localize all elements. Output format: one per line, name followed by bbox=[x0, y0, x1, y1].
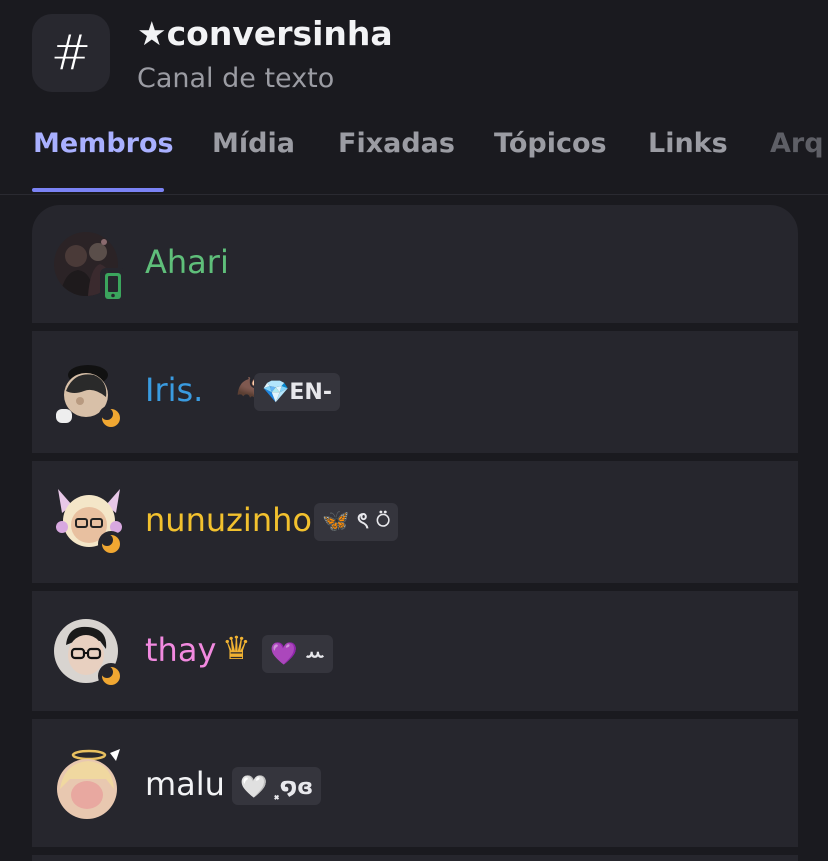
avatar[interactable] bbox=[54, 232, 126, 304]
member-list: Ahari Iris. 🦇 💎EN- bbox=[32, 205, 798, 861]
member-row[interactable]: thay ♛ 💜 ꕀ bbox=[32, 591, 798, 711]
member-name: Ahari bbox=[145, 243, 229, 281]
avatar[interactable] bbox=[54, 619, 124, 689]
avatar[interactable] bbox=[54, 361, 124, 431]
member-row[interactable]: malu 🤍 ⸼໑ɞ bbox=[32, 719, 798, 847]
avatar-image bbox=[54, 749, 120, 819]
active-tab-indicator bbox=[32, 188, 164, 192]
member-row[interactable]: Iris. 🦇 💎EN- bbox=[32, 331, 798, 453]
tab-bar: Membros Mídia Fixadas Tópicos Links Arq bbox=[0, 120, 828, 195]
member-row[interactable]: Ahari bbox=[32, 205, 798, 323]
idle-status-icon bbox=[98, 405, 124, 431]
hashtag-glyph: # bbox=[50, 25, 92, 81]
mobile-status-icon bbox=[100, 268, 126, 304]
divider bbox=[32, 323, 798, 331]
avatar[interactable] bbox=[54, 749, 120, 819]
tab-fixadas[interactable]: Fixadas bbox=[338, 128, 455, 159]
server-tag[interactable]: 💎EN- bbox=[254, 373, 340, 411]
tab-arquivos[interactable]: Arq bbox=[770, 128, 824, 159]
tab-topicos[interactable]: Tópicos bbox=[494, 128, 607, 159]
tab-midia[interactable]: Mídia bbox=[212, 128, 295, 159]
tab-membros[interactable]: Membros bbox=[33, 128, 174, 159]
member-name: nunuzinho bbox=[145, 501, 312, 539]
member-row[interactable] bbox=[32, 855, 798, 861]
channel-title: ★conversinha bbox=[137, 14, 393, 53]
crown-icon: ♛ bbox=[222, 629, 251, 667]
avatar[interactable] bbox=[54, 487, 124, 557]
divider bbox=[32, 847, 798, 855]
server-tag[interactable]: 💜 ꕀ bbox=[262, 635, 334, 673]
member-name: thay bbox=[145, 631, 217, 669]
divider bbox=[32, 453, 798, 461]
server-tag[interactable]: 🦋 ৎ ⍥ bbox=[314, 503, 398, 541]
member-row[interactable]: nunuzinho 🦋 ৎ ⍥ bbox=[32, 461, 798, 583]
idle-status-icon bbox=[98, 663, 124, 689]
hashtag-icon: # bbox=[32, 14, 110, 92]
member-name: Iris. bbox=[145, 371, 204, 409]
member-name: malu bbox=[145, 765, 225, 803]
idle-status-icon bbox=[98, 531, 124, 557]
channel-header: # ★conversinha Canal de texto bbox=[0, 0, 828, 110]
channel-subtitle: Canal de texto bbox=[137, 63, 335, 94]
tab-links[interactable]: Links bbox=[648, 128, 728, 159]
server-tag[interactable]: 🤍 ⸼໑ɞ bbox=[232, 767, 322, 805]
divider bbox=[32, 583, 798, 591]
divider bbox=[32, 711, 798, 719]
